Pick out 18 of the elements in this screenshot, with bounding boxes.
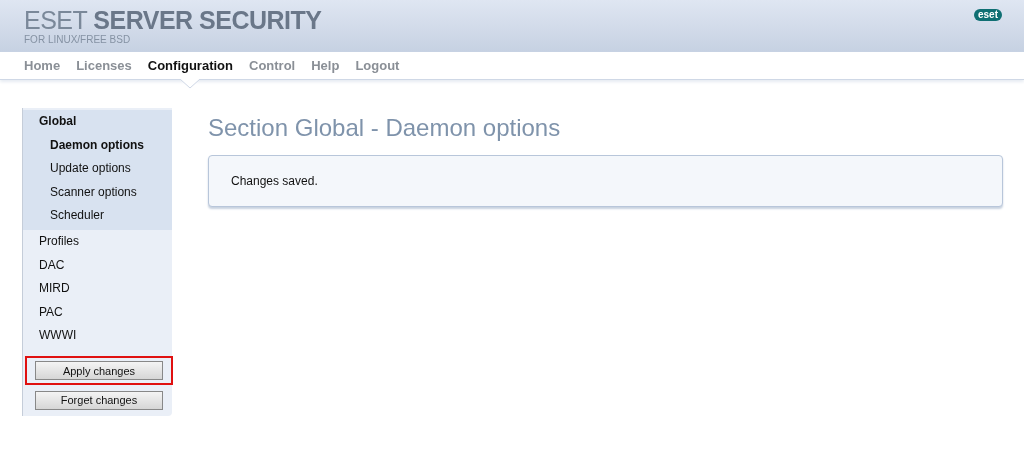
sidebar-item[interactable]: MIRD (23, 277, 172, 301)
sidebar-item[interactable]: Daemon options (23, 133, 172, 158)
sidebar-item[interactable]: Global (23, 110, 172, 134)
nav-tab[interactable]: Configuration (139, 52, 241, 79)
section-title: Section Global - Daemon options (208, 114, 562, 142)
notice-text: Changes saved. (231, 174, 318, 188)
logo: eset (974, 9, 1002, 21)
sidebar-item[interactable]: PAC (23, 300, 172, 325)
sidebar-item[interactable]: WWWI (23, 324, 172, 348)
sidebar-item[interactable]: Scanner options (23, 180, 172, 205)
product-title: ESET SERVER SECURITY (24, 6, 322, 34)
action-button[interactable]: Apply changes (35, 361, 163, 381)
sidebar-item[interactable]: Scheduler (23, 204, 172, 228)
product-subtitle: FOR LINUX/FREE BSD (24, 34, 132, 46)
sidebar-item[interactable]: DAC (23, 253, 172, 278)
sidebar-item[interactable]: Update options (23, 157, 172, 181)
sidebar-item[interactable]: Profiles (23, 229, 172, 254)
action-button[interactable]: Forget changes (35, 390, 163, 410)
